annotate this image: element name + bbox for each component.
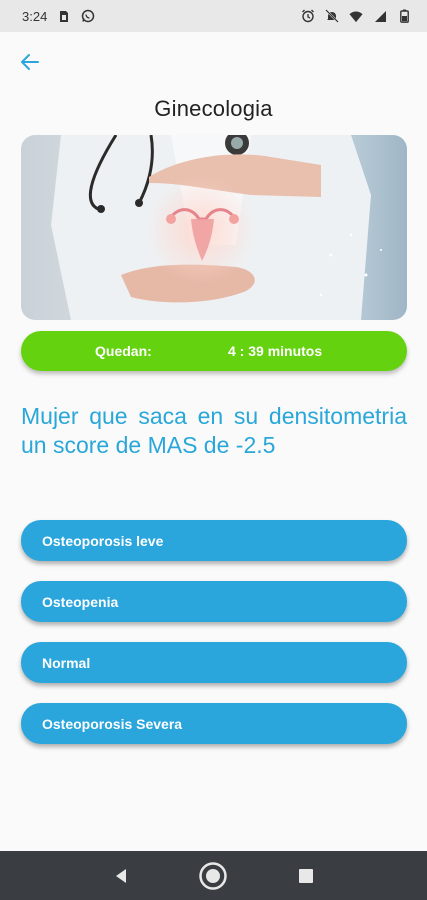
timer-value: 4 : 39 minutos [228,343,323,359]
answer-list: Osteoporosis leve Osteopenia Normal Oste… [21,520,407,764]
page-title: Ginecologia [154,96,273,121]
sim-card-icon [57,9,71,23]
square-recents-icon [298,868,313,883]
whatsapp-icon [81,9,95,23]
nav-back-button[interactable] [104,859,138,893]
answer-label: Osteopenia [42,593,119,610]
answer-label: Osteoporosis leve [42,532,164,549]
nav-recents-button[interactable] [289,859,323,893]
answer-label: Normal [42,654,91,671]
status-bar-right [301,9,411,23]
system-nav-bar [0,851,427,900]
hero-image [21,135,407,320]
answer-button[interactable]: Normal [21,642,407,683]
status-bar-left: 3:24 [22,9,95,24]
alarm-icon [301,9,315,23]
arrow-left-icon [21,54,39,70]
status-time: 3:24 [22,8,48,24]
status-bar: 3:24 [0,0,427,32]
triangle-back-icon [116,868,127,883]
circle-home-icon [199,861,228,890]
timer-bar: Quedan: 4 : 39 minutos [21,331,407,371]
question-text: Mujer que saca en su densitometria un sc… [21,403,407,458]
answer-button[interactable]: Osteoporosis Severa [21,703,407,744]
wifi-icon [349,9,363,23]
answer-button[interactable]: Osteoporosis leve [21,520,407,561]
signal-icon [373,9,387,23]
nav-home-button[interactable] [196,859,230,893]
battery-icon [397,9,411,23]
mute-icon [325,9,339,23]
answer-label: Osteoporosis Severa [42,715,183,732]
timer-label: Quedan: [95,343,152,359]
back-button[interactable] [14,48,46,76]
answer-button[interactable]: Osteopenia [21,581,407,622]
